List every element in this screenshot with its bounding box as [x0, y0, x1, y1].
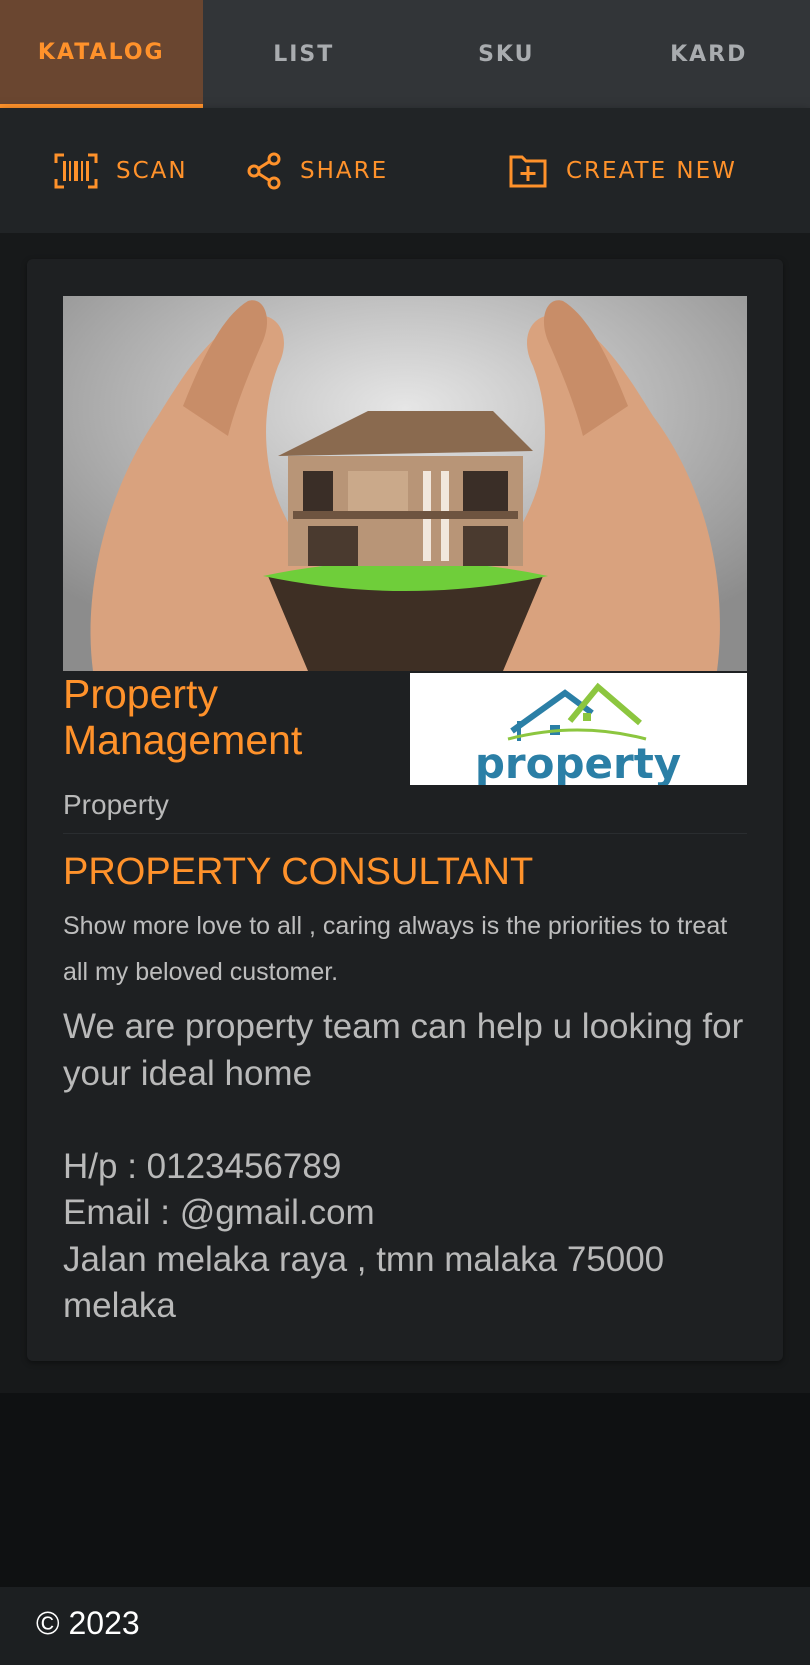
body-line	[63, 1097, 753, 1144]
create-new-button[interactable]: CREATE NEW	[508, 108, 737, 233]
scan-label: SCAN	[116, 157, 188, 184]
barcode-scan-icon	[54, 153, 98, 188]
card-description: Show more love to all , caring always is…	[63, 912, 728, 986]
body-line: H/p : 0123456789	[63, 1146, 342, 1186]
tab-bar: KATALOG LIST SKU KARD	[0, 0, 810, 108]
action-toolbar: SCAN SHARE CREATE NEW	[0, 108, 810, 233]
page-footer: © 2023	[0, 1587, 810, 1665]
tab-sku[interactable]: SKU	[405, 0, 608, 108]
divider	[63, 833, 747, 834]
share-label: SHARE	[300, 157, 389, 184]
body-line: We are property team can help u looking …	[63, 1007, 744, 1093]
catalog-card[interactable]: Property Management property Property PR…	[27, 259, 783, 1361]
card-title: Property Management	[63, 671, 303, 763]
svg-text:property: property	[475, 739, 681, 785]
card-subtitle: PROPERTY CONSULTANT	[63, 851, 534, 893]
card-category: Property	[63, 789, 169, 820]
share-button[interactable]: SHARE	[246, 108, 388, 233]
body-line: Jalan melaka raya , tmn malaka 75000 mel…	[63, 1239, 665, 1326]
catalog-main: Property Management property Property PR…	[0, 233, 810, 1393]
copyright-text: © 2023	[36, 1605, 140, 1641]
card-body: We are property team can help u looking …	[63, 1004, 753, 1330]
property-logo: property	[410, 673, 747, 788]
tab-kard[interactable]: KARD	[608, 0, 810, 108]
share-icon	[247, 152, 281, 189]
tab-katalog[interactable]: KATALOG	[0, 0, 203, 108]
scan-button[interactable]: SCAN	[54, 108, 188, 233]
body-line: Email : @gmail.com	[63, 1193, 375, 1232]
hero-image	[63, 296, 747, 671]
add-box-icon	[509, 155, 547, 187]
create-new-label: CREATE NEW	[566, 157, 737, 184]
tab-list[interactable]: LIST	[203, 0, 406, 108]
